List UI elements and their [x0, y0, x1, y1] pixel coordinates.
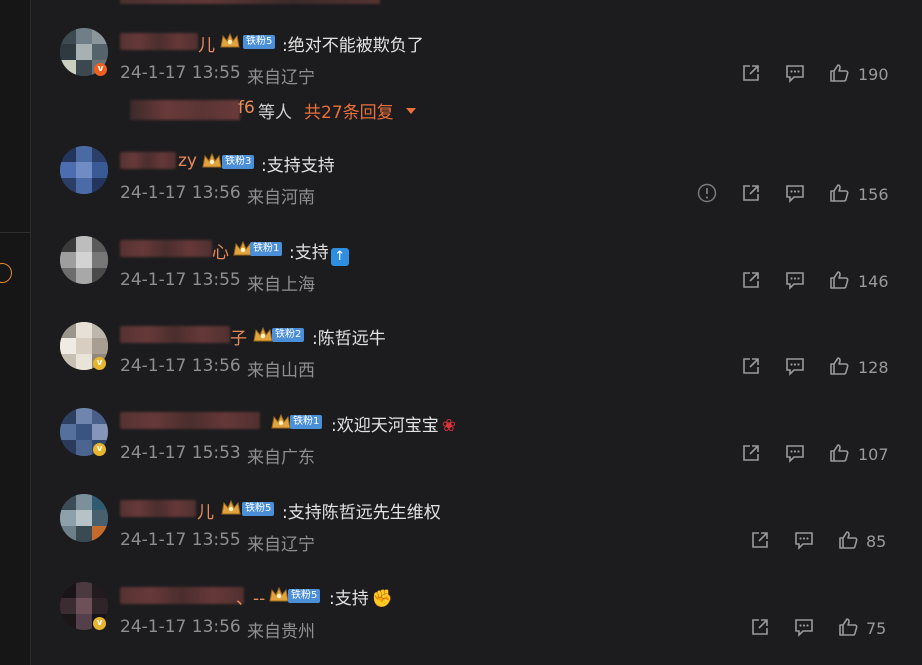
username-blurred[interactable]: [120, 240, 212, 257]
username-blurred[interactable]: [120, 500, 196, 517]
comment-icon[interactable]: [784, 182, 806, 204]
chevron-down-icon[interactable]: [405, 107, 417, 115]
verified-badge-icon: v: [93, 443, 106, 456]
comment-time: 24-1-17 13:56: [120, 183, 241, 203]
comment-time: 24-1-17 13:55: [120, 63, 241, 83]
username-tail[interactable]: 儿: [197, 498, 214, 523]
like-count: 75: [866, 619, 887, 638]
share-icon[interactable]: [749, 529, 771, 551]
comment-text: :支持 ↑: [289, 238, 349, 266]
crown-icon: [271, 413, 291, 429]
comment-time: 24-1-17 13:56: [120, 617, 241, 637]
comment-icon[interactable]: [784, 269, 806, 291]
fan-level-badge: 铁粉1: [250, 242, 283, 256]
thumbs-up-icon[interactable]: [828, 269, 850, 291]
left-sidebar: [0, 0, 31, 665]
crown-icon: [221, 499, 241, 515]
thumbs-up-icon[interactable]: [828, 442, 850, 464]
thumbs-up-icon[interactable]: [837, 529, 859, 551]
reply-user-tail[interactable]: f6: [238, 98, 255, 118]
username-blurred[interactable]: [120, 587, 244, 604]
comment-location: 来自河南: [247, 188, 315, 208]
crown-icon: [220, 32, 240, 48]
comment-location: 来自贵州: [247, 622, 315, 642]
comment-text: :欢迎天河宝宝 ❀: [331, 416, 456, 436]
like-count: 107: [858, 445, 889, 464]
like-count: 156: [858, 185, 889, 204]
avatar[interactable]: [60, 146, 108, 194]
fan-level-badge: 铁粉3: [222, 155, 255, 169]
like-count: 190: [858, 65, 889, 84]
like-count: 146: [858, 272, 889, 291]
comment-location: 来自山西: [247, 361, 315, 381]
verified-badge-icon: v: [93, 357, 106, 370]
rose-emoji-icon: ❀: [441, 416, 456, 436]
username-tail[interactable]: zy: [178, 151, 197, 171]
share-icon[interactable]: [740, 442, 762, 464]
comment-icon[interactable]: [793, 529, 815, 551]
thumbs-up-icon[interactable]: [828, 182, 850, 204]
comment-icon[interactable]: [784, 442, 806, 464]
sidebar-divider: [0, 232, 30, 233]
comment-time: 24-1-17 15:53: [120, 443, 241, 463]
crown-icon: [269, 586, 289, 602]
like-count: 85: [866, 532, 887, 551]
share-icon[interactable]: [740, 182, 762, 204]
reply-count-link[interactable]: 共27条回复: [304, 98, 394, 123]
comment-location: 来自广东: [247, 448, 315, 468]
comment-text: :陈哲远牛: [312, 329, 386, 349]
comment-icon[interactable]: [793, 616, 815, 638]
thumbs-up-icon[interactable]: [837, 616, 859, 638]
username-tail[interactable]: 儿: [198, 31, 215, 56]
avatar[interactable]: [60, 494, 108, 542]
username-blurred[interactable]: [120, 326, 230, 343]
report-icon[interactable]: [696, 182, 718, 204]
thumbs-up-icon[interactable]: [828, 355, 850, 377]
fan-level-badge: 铁粉2: [272, 328, 305, 342]
comment-icon[interactable]: [784, 62, 806, 84]
username-tail[interactable]: 子: [230, 324, 247, 349]
share-icon[interactable]: [740, 269, 762, 291]
verified-badge-icon: v: [94, 63, 107, 76]
username-tail[interactable]: 心: [212, 238, 229, 263]
comment-text: :支持陈哲远先生维权: [282, 503, 441, 523]
up-arrow-emoji-icon: ↑: [330, 248, 349, 266]
fan-level-badge: 铁粉5: [288, 589, 321, 603]
crown-icon: [253, 326, 273, 342]
blurred-previous-content: [120, 0, 380, 4]
fan-level-badge: 铁粉1: [290, 415, 323, 429]
username-blurred[interactable]: [120, 33, 198, 50]
reply-people-label: 等人: [258, 103, 292, 123]
comment-time: 24-1-17 13:55: [120, 270, 241, 290]
comment-text: :绝对不能被欺负了: [282, 36, 424, 56]
like-count: 128: [858, 358, 889, 377]
verified-badge-icon: v: [93, 617, 106, 630]
sidebar-circle-icon[interactable]: [0, 263, 12, 283]
comment-time: 24-1-17 13:55: [120, 530, 241, 550]
fan-level-badge: 铁粉5: [242, 502, 275, 516]
username-blurred[interactable]: [120, 152, 176, 169]
crown-icon: [202, 152, 222, 168]
fist-emoji-icon: ✊: [371, 589, 393, 609]
avatar[interactable]: [60, 236, 108, 284]
comment-time: 24-1-17 13:56: [120, 356, 241, 376]
comment-location: 来自辽宁: [247, 535, 315, 555]
comment-text: :支持支持: [261, 156, 335, 176]
comment-icon[interactable]: [784, 355, 806, 377]
comment-location: 来自辽宁: [247, 68, 315, 88]
comment-location: 来自上海: [247, 275, 315, 295]
reply-users-blurred: [130, 100, 240, 120]
fan-level-badge: 铁粉5: [243, 35, 276, 49]
thumbs-up-icon[interactable]: [828, 62, 850, 84]
comment-text: :支持 ✊: [329, 589, 393, 609]
share-icon[interactable]: [740, 62, 762, 84]
username-tail[interactable]: 、--: [236, 584, 265, 609]
share-icon[interactable]: [749, 616, 771, 638]
share-icon[interactable]: [740, 355, 762, 377]
username-blurred[interactable]: [120, 412, 260, 429]
